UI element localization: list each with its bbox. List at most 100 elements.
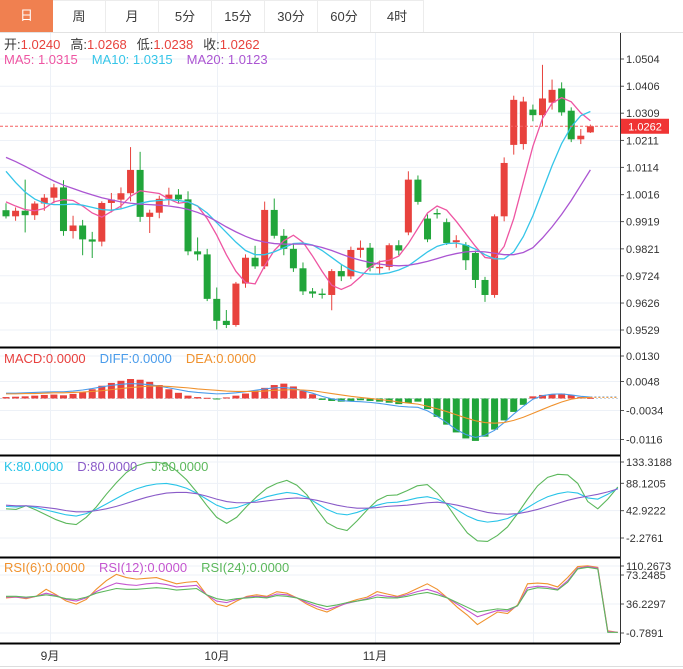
tab-m60[interactable]: 60分 bbox=[318, 0, 371, 32]
candle-body bbox=[50, 187, 57, 197]
tab-h4[interactable]: 4时 bbox=[371, 0, 424, 32]
tab-m5[interactable]: 5分 bbox=[159, 0, 212, 32]
candle-body bbox=[347, 250, 354, 276]
candle-body bbox=[558, 88, 565, 112]
indicator-line bbox=[6, 567, 618, 632]
candle-body bbox=[319, 294, 326, 295]
macd-bar bbox=[127, 379, 134, 398]
candle-body bbox=[376, 267, 383, 268]
macd-bar bbox=[424, 398, 431, 409]
candle-body bbox=[194, 251, 201, 254]
candle-body bbox=[309, 291, 316, 293]
y-axis-label: 1.0504 bbox=[626, 54, 660, 66]
candle-body bbox=[117, 193, 124, 199]
candle-body bbox=[252, 258, 259, 267]
tab-day[interactable]: 日 bbox=[0, 0, 53, 32]
macd-bar bbox=[165, 389, 172, 398]
candle-body bbox=[414, 180, 421, 202]
candle-body bbox=[338, 271, 345, 276]
y-axis-label: 73.2485 bbox=[626, 570, 666, 582]
candle-body bbox=[232, 284, 239, 325]
indicator-line bbox=[6, 462, 618, 541]
kline-chart-app: 日周月5分15分30分60分4时 1.05041.04061.03091.021… bbox=[0, 0, 683, 669]
candle-body bbox=[31, 204, 38, 216]
macd-bar bbox=[510, 398, 517, 411]
candle-body bbox=[89, 239, 96, 241]
candle-body bbox=[146, 213, 153, 217]
macd-bar bbox=[137, 380, 144, 399]
y-axis-label: 1.0406 bbox=[626, 81, 660, 93]
macd-bar bbox=[414, 398, 421, 401]
y-axis-label: 0.0130 bbox=[626, 351, 660, 363]
macd-bar bbox=[185, 396, 192, 399]
tab-month[interactable]: 月 bbox=[106, 0, 159, 32]
candle-body bbox=[443, 222, 450, 243]
candle-body bbox=[386, 245, 393, 267]
tab-week[interactable]: 周 bbox=[53, 0, 106, 32]
macd-bar bbox=[501, 398, 508, 420]
macd-bar bbox=[22, 396, 29, 398]
candle-body bbox=[587, 126, 594, 132]
candle-body bbox=[539, 98, 546, 115]
y-axis-label: -0.0034 bbox=[626, 406, 663, 418]
macd-bar bbox=[79, 392, 86, 398]
interval-tabbar: 日周月5分15分30分60分4时 bbox=[0, 0, 683, 33]
candle-body bbox=[12, 211, 19, 217]
y-axis-label: 42.9222 bbox=[626, 506, 666, 518]
y-axis-label: 133.3188 bbox=[626, 457, 672, 469]
candle-body bbox=[175, 195, 182, 200]
candles-layer bbox=[3, 65, 594, 330]
macd-bar bbox=[89, 389, 96, 398]
macd-bar bbox=[117, 381, 124, 399]
candle-body bbox=[453, 240, 460, 242]
candle-body bbox=[472, 253, 479, 280]
candle-body bbox=[3, 210, 10, 216]
y-axis-label: 0.9529 bbox=[626, 325, 660, 337]
candle-body bbox=[549, 90, 556, 103]
y-axis-label: 1.0211 bbox=[626, 135, 659, 147]
y-axis-label: 0.0048 bbox=[626, 377, 660, 389]
candle-body bbox=[529, 110, 536, 116]
candle-body bbox=[357, 248, 364, 250]
candle-body bbox=[424, 219, 431, 240]
macd-bar bbox=[280, 384, 287, 399]
candle-body bbox=[185, 199, 192, 251]
candle-body bbox=[299, 268, 306, 291]
x-axis-label: 10月 bbox=[204, 649, 229, 663]
candle-body bbox=[510, 100, 517, 145]
macd-bar bbox=[60, 395, 67, 398]
macd-bar bbox=[482, 398, 489, 436]
y-axis-label: 0.9919 bbox=[626, 217, 660, 229]
candle-body bbox=[577, 136, 584, 140]
candle-body bbox=[22, 211, 29, 215]
macd-bar bbox=[232, 396, 239, 399]
macd-bar bbox=[213, 398, 220, 399]
chart-canvas[interactable]: 1.05041.04061.03091.02111.01141.00160.99… bbox=[0, 0, 683, 669]
macd-bar bbox=[242, 394, 249, 399]
x-axis-label: 11月 bbox=[363, 649, 387, 663]
tab-m15[interactable]: 15分 bbox=[212, 0, 265, 32]
macd-bar bbox=[41, 395, 48, 399]
candle-body bbox=[261, 210, 268, 266]
candle-body bbox=[223, 321, 230, 325]
macd-bar bbox=[175, 393, 182, 399]
macd-bar bbox=[309, 394, 316, 398]
tab-m30[interactable]: 30分 bbox=[265, 0, 318, 32]
y-axis-label: -0.7891 bbox=[626, 628, 663, 640]
candle-body bbox=[127, 170, 134, 193]
y-axis-label: -2.2761 bbox=[626, 533, 663, 545]
candle-body bbox=[204, 254, 211, 298]
macd-bar bbox=[70, 394, 77, 399]
y-axis-label: 0.9724 bbox=[626, 271, 660, 283]
macd-bar bbox=[194, 397, 201, 398]
candle-body bbox=[434, 213, 441, 214]
candle-body bbox=[271, 210, 278, 236]
candle-body bbox=[367, 248, 374, 268]
candle-body bbox=[213, 299, 220, 321]
x-axis-label: 9月 bbox=[41, 649, 60, 663]
indicator-line bbox=[6, 566, 618, 633]
candle-body bbox=[137, 170, 144, 217]
candle-body bbox=[70, 225, 77, 231]
candle-body bbox=[290, 249, 297, 268]
y-axis-label: 0.9821 bbox=[626, 244, 660, 256]
